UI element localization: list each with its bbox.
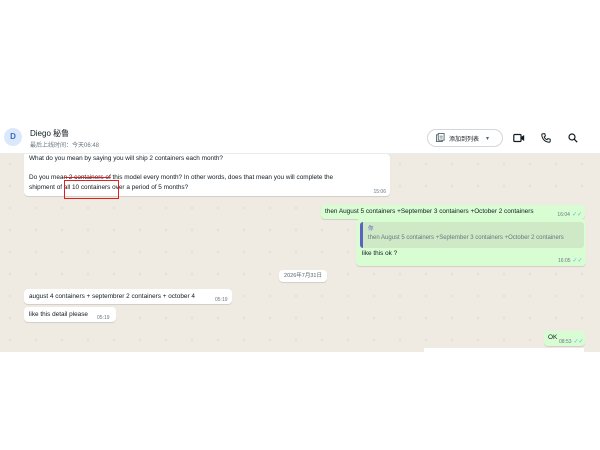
chevron-down-icon: ▾: [486, 135, 490, 142]
message-time: 16:04: [557, 212, 570, 218]
chat-window: D Diego 秘鲁 最后上线时间：今天06:48 添加到列表 ▾ What d…: [0, 0, 600, 450]
chat-header: D Diego 秘鲁 最后上线时间：今天06:48 添加到列表 ▾: [0, 124, 600, 154]
contact-name[interactable]: Diego 秘鲁: [30, 128, 69, 139]
message-incoming[interactable]: august 4 containers + septembrer 2 conta…: [24, 289, 232, 304]
last-seen-status: 最后上线时间：今天06:48: [30, 143, 100, 149]
read-ticks-icon: ✓✓: [571, 212, 582, 218]
blank-area: [0, 352, 600, 450]
message-outgoing[interactable]: OK 08:53 ✓✓: [544, 331, 585, 346]
add-to-list-button[interactable]: 添加到列表 ▾: [427, 129, 503, 147]
message-line: What do you mean by saying you will ship…: [29, 155, 223, 162]
message-text: OK: [548, 334, 558, 341]
message-text: august 4 containers + septembrer 2 conta…: [29, 293, 195, 300]
message-time: 08:53: [559, 339, 572, 345]
date-separator: 2026年7月31日: [279, 270, 327, 282]
message-text: like this detail please: [29, 311, 88, 318]
message-text: then August 5 containers +September 3 co…: [325, 208, 534, 215]
message-text: like this ok ?: [362, 250, 398, 257]
message-text-part: this model every month? In other words, …: [110, 174, 334, 181]
search-icon[interactable]: [565, 130, 581, 146]
read-ticks-icon: ✓✓: [573, 339, 584, 345]
message-text-part: Do you mea: [29, 174, 64, 181]
composer-edge: [424, 348, 584, 352]
add-to-list-label: 添加到列表: [449, 136, 480, 143]
quoted-message[interactable]: 你 then August 5 containers +September 3 …: [360, 222, 584, 248]
message-incoming[interactable]: like this detail please 05:19: [24, 307, 116, 322]
message-time: 16:05: [558, 258, 571, 264]
quote-author: 你: [368, 226, 374, 232]
message-time-wrap: 08:53 ✓✓: [559, 337, 584, 347]
read-ticks-icon: ✓✓: [572, 258, 583, 264]
message-time: 05:19: [97, 315, 110, 321]
annotation-highlight-box: [64, 180, 119, 199]
video-call-icon[interactable]: [511, 130, 527, 146]
message-outgoing[interactable]: then August 5 containers +September 3 co…: [321, 205, 585, 219]
list-add-icon: [436, 132, 445, 144]
avatar[interactable]: D: [4, 128, 22, 146]
message-time-wrap: 16:05 ✓✓: [558, 257, 583, 264]
message-time: 05:19: [215, 297, 228, 303]
phone-icon[interactable]: [538, 130, 554, 146]
message-time: 15:06: [373, 189, 386, 195]
quote-text: then August 5 containers +September 3 co…: [368, 235, 564, 241]
